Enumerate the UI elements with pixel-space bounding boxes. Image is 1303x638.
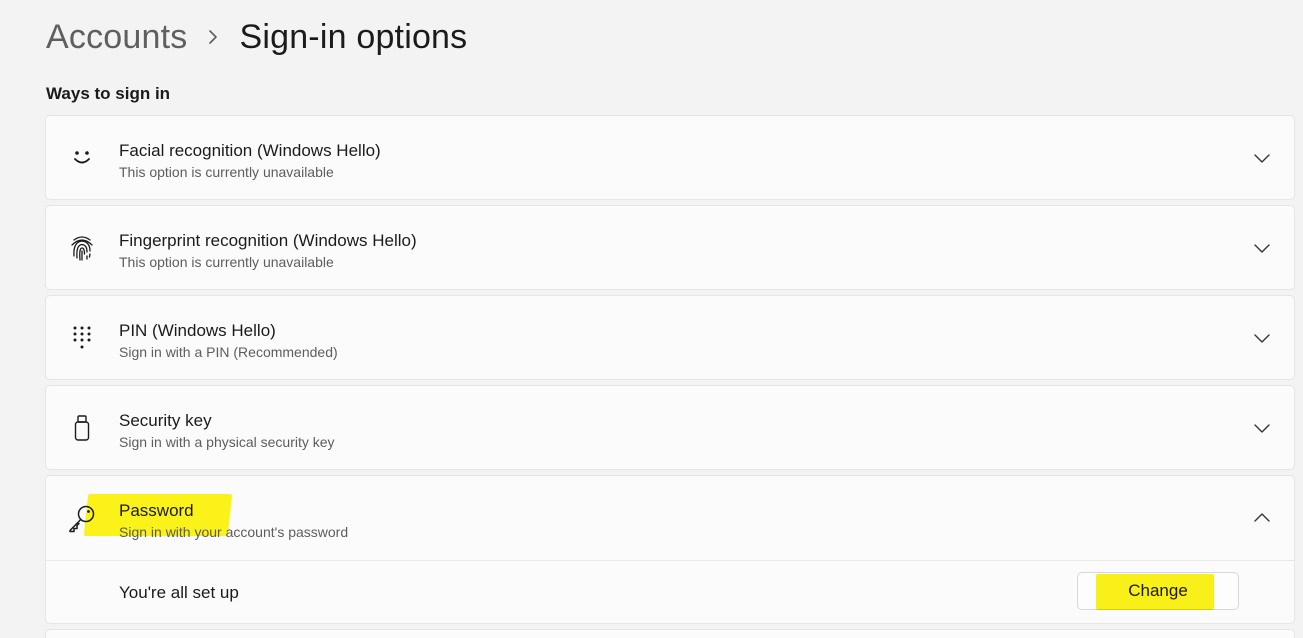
fingerprint-recognition-subtitle: This option is currently unavailable <box>119 254 334 270</box>
facial-recognition-card[interactable]: Facial recognition (Windows Hello) This … <box>45 115 1295 200</box>
breadcrumb-accounts[interactable]: Accounts <box>46 18 187 57</box>
password-title: Password <box>119 501 194 520</box>
password-detail-row: You're all set up Change <box>46 560 1294 622</box>
chevron-down-icon[interactable] <box>1250 146 1274 170</box>
facial-recognition-subtitle: This option is currently unavailable <box>119 164 334 180</box>
change-button-label: Change <box>1128 581 1188 600</box>
fingerprint-icon <box>66 232 98 264</box>
chevron-down-icon[interactable] <box>1250 326 1274 350</box>
chevron-right-icon <box>187 29 239 45</box>
password-card[interactable]: Password Sign in with your account's pas… <box>45 475 1295 624</box>
breadcrumb: Accounts Sign-in options <box>46 14 467 60</box>
change-password-button[interactable]: Change <box>1077 572 1239 610</box>
chevron-up-icon[interactable] <box>1250 506 1274 530</box>
settings-page: Accounts Sign-in options Ways to sign in… <box>0 0 1303 638</box>
password-status: You're all set up <box>119 583 239 602</box>
pin-card[interactable]: PIN (Windows Hello) Sign in with a PIN (… <box>45 295 1295 380</box>
face-smile-icon <box>66 142 98 174</box>
security-key-card[interactable]: Security key Sign in with a physical sec… <box>45 385 1295 470</box>
usb-key-icon <box>66 412 98 444</box>
key-icon <box>66 502 98 534</box>
section-title: Ways to sign in <box>46 84 171 103</box>
facial-recognition-title: Facial recognition (Windows Hello) <box>119 141 381 160</box>
keypad-icon <box>66 322 98 354</box>
security-key-title: Security key <box>119 411 212 430</box>
chevron-down-icon[interactable] <box>1250 416 1274 440</box>
fingerprint-recognition-title: Fingerprint recognition (Windows Hello) <box>119 231 417 250</box>
page-title: Sign-in options <box>239 17 468 56</box>
chevron-down-icon[interactable] <box>1250 236 1274 260</box>
pin-title: PIN (Windows Hello) <box>119 321 276 340</box>
fingerprint-recognition-card[interactable]: Fingerprint recognition (Windows Hello) … <box>45 205 1295 290</box>
next-card-partial <box>45 629 1295 638</box>
security-key-subtitle: Sign in with a physical security key <box>119 434 335 450</box>
password-subtitle: Sign in with your account's password <box>119 524 349 540</box>
pin-subtitle: Sign in with a PIN (Recommended) <box>119 344 338 360</box>
